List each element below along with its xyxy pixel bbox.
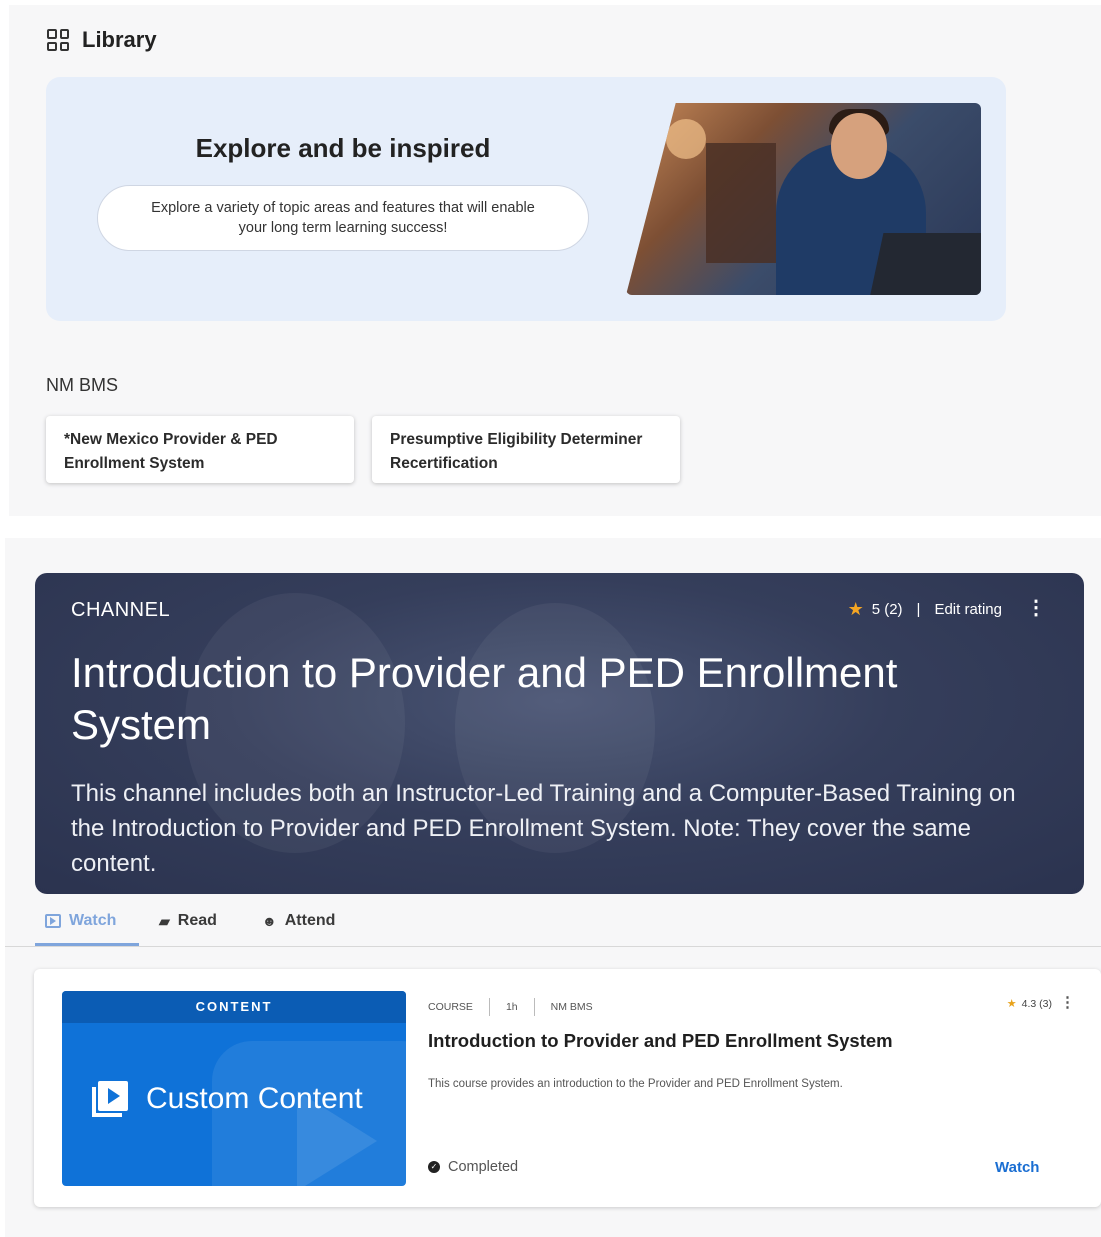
book-icon: ▰ <box>159 912 170 929</box>
course-title[interactable]: Introduction to Provider and PED Enrollm… <box>428 1030 893 1052</box>
tab-watch[interactable]: Watch <box>45 912 116 930</box>
rating-separator: | <box>916 601 921 618</box>
grid-icon <box>47 29 69 51</box>
tab-read[interactable]: ▰ Read <box>159 912 217 930</box>
tab-label: Attend <box>284 912 336 929</box>
channel-kicker: CHANNEL <box>71 599 171 621</box>
thumbnail-logo: Custom Content <box>92 1081 363 1117</box>
course-meta: COURSE 1h NM BMS <box>428 998 593 1016</box>
course-more-options-icon[interactable]: ⋮ <box>1060 993 1075 1011</box>
course-card[interactable]: CONTENT Custom Content COURSE 1h NM BMS … <box>34 969 1101 1207</box>
course-rating: ★ 4.3 (3) <box>1006 997 1052 1011</box>
topic-card-enrollment-system[interactable]: *New Mexico Provider & PED Enrollment Sy… <box>46 416 354 483</box>
page-title: Library <box>82 27 157 52</box>
course-status: ✓ Completed <box>428 1159 518 1175</box>
edit-rating-link[interactable]: Edit rating <box>934 601 1002 618</box>
course-provider: NM BMS <box>550 1001 593 1013</box>
person-speaking-icon: ☻ <box>262 913 277 929</box>
section-title: NM BMS <box>46 375 118 395</box>
video-icon <box>45 914 61 928</box>
content-tabs: Watch ▰ Read ☻ Attend <box>5 894 1101 947</box>
channel-header: CHANNEL ★ 5 (2) | Edit rating ⋮ Introduc… <box>35 573 1084 894</box>
check-circle-icon: ✓ <box>428 1161 440 1173</box>
video-library-icon <box>92 1081 128 1117</box>
library-header: Library <box>47 27 157 53</box>
channel-rating: ★ 5 (2) | Edit rating <box>848 599 1002 620</box>
course-type: COURSE <box>428 1001 473 1013</box>
thumbnail-title: Custom Content <box>146 1082 363 1115</box>
watch-button[interactable]: Watch <box>995 1159 1039 1176</box>
hero-subtext: Explore a variety of topic areas and fea… <box>97 185 589 251</box>
channel-title: Introduction to Provider and PED Enrollm… <box>71 649 898 748</box>
tab-attend[interactable]: ☻ Attend <box>262 912 335 930</box>
tab-label: Read <box>177 912 217 929</box>
course-thumbnail[interactable]: CONTENT Custom Content <box>62 991 406 1186</box>
hero-heading: Explore and be inspired <box>195 133 491 163</box>
rating-value: 5 (2) <box>871 601 903 618</box>
status-label: Completed <box>448 1159 519 1175</box>
thumbnail-band: CONTENT <box>62 991 406 1023</box>
active-tab-indicator <box>35 943 139 946</box>
hero-image <box>626 103 981 295</box>
tab-label: Watch <box>69 912 117 929</box>
hero-banner: Explore and be inspired Explore a variet… <box>46 77 1006 321</box>
star-icon: ★ <box>1006 998 1017 1010</box>
course-description: This course provides an introduction to … <box>428 1078 843 1090</box>
course-duration: 1h <box>505 1001 518 1013</box>
channel-description: This channel includes both an Instructor… <box>71 780 1016 877</box>
topic-card-ped-recertification[interactable]: Presumptive Eligibility Determiner Recer… <box>372 416 680 483</box>
star-icon: ★ <box>847 599 864 619</box>
library-panel: Library Explore and be inspired Explore … <box>9 5 1101 516</box>
more-options-icon[interactable]: ⋮ <box>1026 595 1046 620</box>
course-rating-value: 4.3 (3) <box>1021 997 1052 1010</box>
